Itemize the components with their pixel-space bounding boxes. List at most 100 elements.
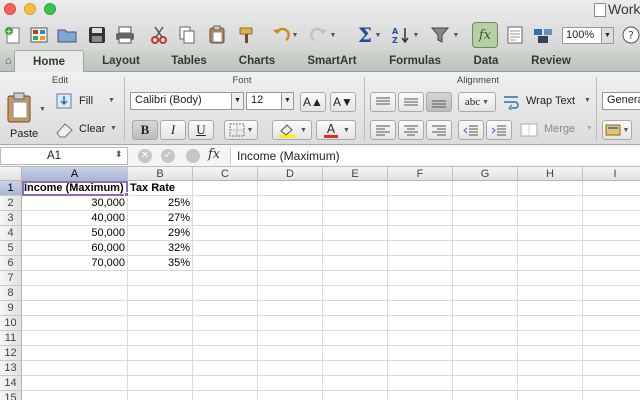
autosum-dropdown-icon[interactable]: ▼ — [372, 22, 384, 48]
cell-b12[interactable] — [128, 346, 193, 361]
cell-f5[interactable] — [388, 241, 453, 256]
column-header-h[interactable]: H — [518, 167, 583, 181]
row-header-1[interactable]: 1 — [0, 181, 22, 196]
name-box[interactable]: A1 ⬍ — [0, 147, 128, 165]
cell-h15[interactable] — [518, 391, 583, 400]
cell-e14[interactable] — [323, 376, 388, 391]
align-center-button[interactable] — [398, 120, 424, 140]
borders-dropdown-icon[interactable]: ▼ — [247, 127, 254, 134]
cell-f3[interactable] — [388, 211, 453, 226]
font-size-dropdown-icon[interactable]: ▼ — [281, 93, 293, 109]
filter-dropdown-icon[interactable]: ▼ — [450, 22, 462, 48]
cell-i6[interactable] — [583, 256, 640, 271]
cell-d3[interactable] — [258, 211, 323, 226]
help-icon[interactable]: ? — [618, 22, 640, 48]
row-header-11[interactable]: 11 — [0, 331, 22, 346]
cell-g2[interactable] — [453, 196, 518, 211]
paste-button[interactable]: Paste — [6, 92, 38, 140]
row-header-15[interactable]: 15 — [0, 391, 22, 400]
cell-g10[interactable] — [453, 316, 518, 331]
cell-g9[interactable] — [453, 301, 518, 316]
cell-d13[interactable] — [258, 361, 323, 376]
cell-b3[interactable]: 27% — [128, 211, 193, 226]
tab-tables[interactable]: Tables — [156, 50, 222, 72]
cell-d8[interactable] — [258, 286, 323, 301]
print-icon[interactable] — [112, 22, 138, 48]
cell-d1[interactable] — [258, 181, 323, 196]
cell-c15[interactable] — [193, 391, 258, 400]
cell-e8[interactable] — [323, 286, 388, 301]
cell-e15[interactable] — [323, 391, 388, 400]
cell-d14[interactable] — [258, 376, 323, 391]
zoom-field[interactable]: 100% ▼ — [562, 27, 614, 44]
italic-button[interactable]: I — [160, 120, 186, 140]
cell-f1[interactable] — [388, 181, 453, 196]
cell-a10[interactable] — [22, 316, 128, 331]
cell-f15[interactable] — [388, 391, 453, 400]
cell-d6[interactable] — [258, 256, 323, 271]
font-size-field[interactable]: 12 ▼ — [246, 92, 294, 110]
cell-e3[interactable] — [323, 211, 388, 226]
cell-b7[interactable] — [128, 271, 193, 286]
cell-h12[interactable] — [518, 346, 583, 361]
cell-f11[interactable] — [388, 331, 453, 346]
cell-e1[interactable] — [323, 181, 388, 196]
cell-a9[interactable] — [22, 301, 128, 316]
column-header-e[interactable]: E — [323, 167, 388, 181]
column-header-d[interactable]: D — [258, 167, 323, 181]
column-header-f[interactable]: F — [388, 167, 453, 181]
zoom-window-button[interactable] — [44, 3, 56, 15]
cell-c9[interactable] — [193, 301, 258, 316]
cell-h11[interactable] — [518, 331, 583, 346]
cell-h13[interactable] — [518, 361, 583, 376]
redo-dropdown-icon[interactable]: ▼ — [328, 22, 338, 48]
cell-a5[interactable]: 60,000 — [22, 241, 128, 256]
cell-h4[interactable] — [518, 226, 583, 241]
cell-a14[interactable] — [22, 376, 128, 391]
cell-e2[interactable] — [323, 196, 388, 211]
cell-g5[interactable] — [453, 241, 518, 256]
column-header-i[interactable]: I — [583, 167, 640, 181]
cell-a4[interactable]: 50,000 — [22, 226, 128, 241]
close-window-button[interactable] — [4, 3, 16, 15]
cell-b5[interactable]: 32% — [128, 241, 193, 256]
align-bottom-button[interactable] — [426, 92, 452, 112]
cell-e5[interactable] — [323, 241, 388, 256]
row-header-2[interactable]: 2 — [0, 196, 22, 211]
row-header-7[interactable]: 7 — [0, 271, 22, 286]
fill-handle[interactable] — [124, 192, 129, 197]
cell-a2[interactable]: 30,000 — [22, 196, 128, 211]
tab-data[interactable]: Data — [460, 50, 512, 72]
cell-a15[interactable] — [22, 391, 128, 400]
cell-b10[interactable] — [128, 316, 193, 331]
cell-i14[interactable] — [583, 376, 640, 391]
cell-h8[interactable] — [518, 286, 583, 301]
cell-g4[interactable] — [453, 226, 518, 241]
align-left-button[interactable] — [370, 120, 396, 140]
decrease-font-size-button[interactable]: A▼ — [330, 92, 356, 112]
templates-icon[interactable] — [26, 22, 52, 48]
tab-smartart[interactable]: SmartArt — [296, 50, 368, 72]
cell-i9[interactable] — [583, 301, 640, 316]
cell-b14[interactable] — [128, 376, 193, 391]
cell-g6[interactable] — [453, 256, 518, 271]
cell-f13[interactable] — [388, 361, 453, 376]
cell-b15[interactable] — [128, 391, 193, 400]
cell-b2[interactable]: 25% — [128, 196, 193, 211]
cell-b9[interactable] — [128, 301, 193, 316]
cell-h3[interactable] — [518, 211, 583, 226]
row-header-4[interactable]: 4 — [0, 226, 22, 241]
tab-layout[interactable]: Layout — [90, 50, 152, 72]
cancel-entry-icon[interactable]: ✕ — [138, 149, 152, 163]
font-name-field[interactable]: Calibri (Body) ▼ — [130, 92, 244, 110]
cell-c12[interactable] — [193, 346, 258, 361]
cell-e10[interactable] — [323, 316, 388, 331]
cell-i5[interactable] — [583, 241, 640, 256]
underline-button[interactable]: U — [188, 120, 214, 140]
wrap-text-button[interactable]: Wrap Text ▼ — [502, 92, 592, 112]
number-format-field[interactable]: Genera — [602, 92, 640, 110]
cell-i3[interactable] — [583, 211, 640, 226]
decrease-indent-button[interactable] — [458, 120, 484, 140]
cell-h10[interactable] — [518, 316, 583, 331]
cell-d11[interactable] — [258, 331, 323, 346]
